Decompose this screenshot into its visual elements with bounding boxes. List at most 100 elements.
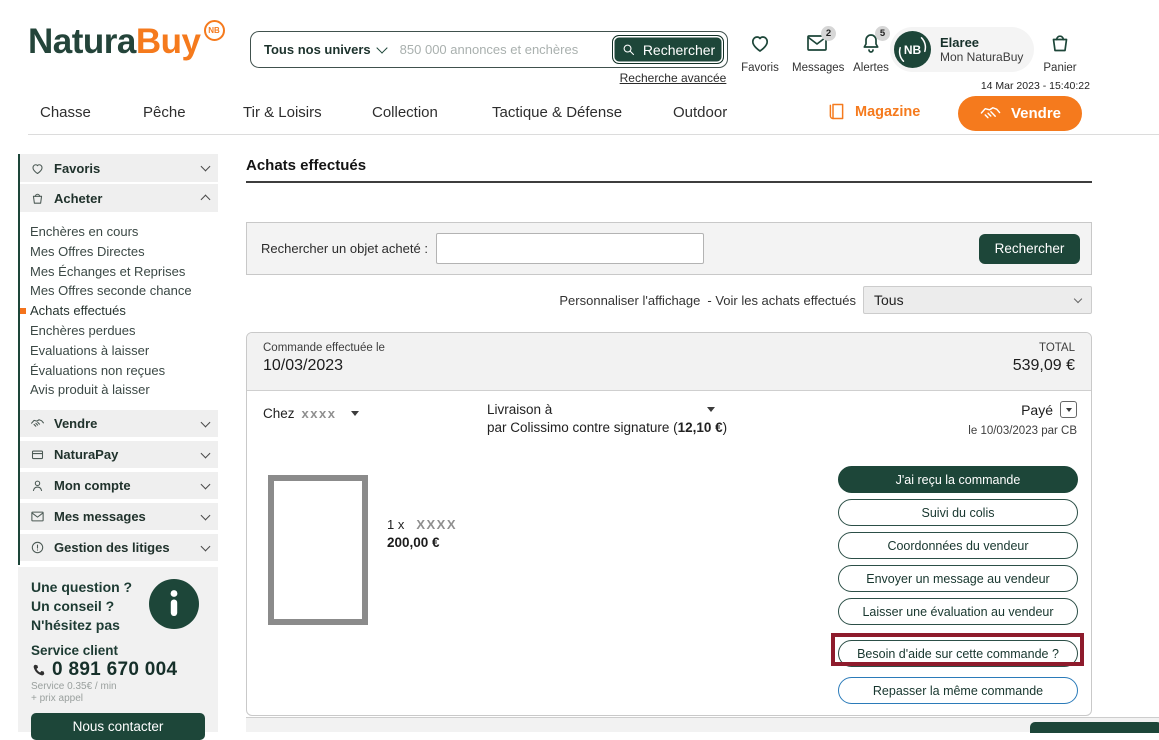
payment-status: Payé (1021, 402, 1053, 418)
sidebar-item-gestion-litiges[interactable]: Gestion des litiges (20, 534, 218, 561)
favorites-button[interactable]: Favoris (740, 31, 780, 74)
sidebar-item-vendre[interactable]: Vendre (20, 410, 218, 437)
page-title: Achats effectués (246, 157, 366, 174)
warning-circle-icon (30, 540, 45, 555)
order-search-label: Rechercher un objet acheté : (261, 241, 428, 256)
messages-label: Messages (792, 62, 842, 74)
magazine-label: Magazine (855, 104, 920, 120)
sidebar-item-encheres-perdues[interactable]: Enchères perdues (20, 321, 218, 341)
order-card-header: Commande effectuée le 10/03/2023 TOTAL 5… (247, 333, 1091, 391)
heart-icon (748, 31, 772, 55)
sidebar-item-mon-compte[interactable]: Mon compte (20, 472, 218, 499)
dropdown-triangle-icon (351, 411, 359, 416)
naturabuy-logo[interactable]: NaturaBuy NB (28, 22, 225, 62)
sidebar: Favoris Acheter Enchères en cours Mes Of… (18, 154, 218, 565)
account-menu[interactable]: NB Elaree Mon NaturaBuy (890, 27, 1034, 72)
seller-dropdown[interactable]: Chez xxxx (263, 406, 359, 421)
universe-selector[interactable]: Tous nos univers (264, 42, 386, 57)
sidebar-item-evaluations-a-laisser[interactable]: Evaluations à laisser (20, 341, 218, 361)
sidebar-item-offres-seconde-chance[interactable]: Mes Offres seconde chance (20, 281, 218, 301)
sidebar-item-encheres-en-cours[interactable]: Enchères en cours (20, 222, 218, 242)
nb-logo-arcs (894, 31, 931, 68)
payment-details: le 10/03/2023 par CB (968, 425, 1077, 437)
phone-rate-line2: + prix appel (31, 693, 205, 705)
sell-button-label: Vendre (1011, 105, 1061, 122)
reorder-button[interactable]: Repasser la même commande (838, 677, 1078, 704)
delivery-method: par Colissimo contre signature ( (487, 420, 678, 435)
next-card-button-sliver (1030, 722, 1159, 733)
logo-text-natura: Natura (28, 22, 136, 62)
contact-us-button[interactable]: Nous contacter (31, 713, 205, 740)
delivery-info: Livraison à par Colissimo contre signatu… (487, 401, 817, 437)
logo-nb-badge: NB (204, 20, 225, 41)
delivery-dropdown-triangle-icon[interactable] (707, 407, 715, 412)
sidebar-item-avis-produit[interactable]: Avis produit à laisser (20, 380, 218, 400)
order-date-label: Commande effectuée le (263, 342, 385, 354)
order-total-label: TOTAL (1013, 342, 1075, 354)
service-phone-number: 0 891 670 004 (52, 659, 177, 681)
payment-block: Payé le 10/03/2023 par CB (968, 401, 1077, 437)
alerts-label: Alertes (849, 62, 893, 74)
leave-review-button[interactable]: Laisser une évaluation au vendeur (838, 598, 1078, 625)
chevron-down-icon (201, 448, 211, 458)
cart-button[interactable]: Panier (1040, 31, 1080, 74)
user-name: Elaree (940, 35, 1023, 50)
search-button[interactable]: Rechercher (612, 35, 724, 64)
cart-label: Panier (1040, 62, 1080, 74)
nav-item-collection[interactable]: Collection (372, 104, 438, 121)
delivery-label: Livraison à (487, 401, 817, 419)
order-actions: J'ai reçu la commande Suivi du colis Coo… (838, 466, 1078, 710)
logo-text-buy: Buy (136, 22, 201, 62)
messages-button[interactable]: 2 Messages (792, 31, 842, 74)
seller-name: xxxx (302, 406, 337, 421)
handshake-icon (979, 102, 1002, 125)
sidebar-item-echanges-reprises[interactable]: Mes Échanges et Reprises (20, 262, 218, 282)
phone-icon (31, 663, 46, 678)
sidebar-item-acheter[interactable]: Acheter (20, 184, 218, 212)
received-order-button[interactable]: J'ai reçu la commande (838, 466, 1078, 493)
nav-item-tactique-defense[interactable]: Tactique & Défense (492, 104, 622, 121)
wallet-icon (30, 447, 45, 462)
search-input[interactable] (398, 41, 609, 58)
message-seller-button[interactable]: Envoyer un message au vendeur (838, 565, 1078, 592)
user-account-label: Mon NaturaBuy (940, 50, 1023, 64)
handshake-icon (30, 416, 45, 431)
nav-item-tir-loisirs[interactable]: Tir & Loisirs (243, 104, 322, 121)
info-icon (149, 579, 199, 629)
package-tracking-button[interactable]: Suivi du colis (838, 499, 1078, 526)
magazine-icon (826, 101, 847, 122)
order-date: 10/03/2023 (263, 357, 385, 375)
sidebar-item-naturapay[interactable]: NaturaPay (20, 441, 218, 468)
item-price: 200,00 € (387, 535, 457, 550)
order-card: Commande effectuée le 10/03/2023 TOTAL 5… (246, 332, 1092, 716)
magazine-link[interactable]: Magazine (826, 101, 920, 122)
chevron-down-icon (201, 479, 211, 489)
advanced-search-link[interactable]: Recherche avancée (617, 71, 729, 85)
messages-badge: 2 (821, 26, 836, 41)
next-order-card-sliver (246, 717, 1159, 732)
alerts-badge: 5 (875, 26, 890, 41)
sidebar-item-offres-directes[interactable]: Mes Offres Directes (20, 242, 218, 262)
order-help-button[interactable]: Besoin d'aide sur cette commande ? (838, 640, 1078, 667)
order-search-input[interactable] (436, 233, 704, 264)
user-icon (30, 478, 45, 493)
service-client-label: Service client (31, 643, 205, 658)
nav-item-chasse[interactable]: Chasse (40, 104, 91, 121)
envelope-icon (30, 509, 45, 524)
alerts-button[interactable]: 5 Alertes (849, 31, 893, 74)
acheter-submenu: Enchères en cours Mes Offres Directes Me… (20, 214, 218, 410)
nav-item-outdoor[interactable]: Outdoor (673, 104, 727, 121)
sidebar-item-favoris[interactable]: Favoris (20, 154, 218, 182)
chevron-down-icon (201, 510, 211, 520)
sell-button[interactable]: Vendre (958, 96, 1082, 131)
order-search-button[interactable]: Rechercher (979, 234, 1080, 264)
sidebar-item-achats-effectues[interactable]: Achats effectués (20, 301, 218, 321)
nav-item-peche[interactable]: Pêche (143, 104, 186, 121)
orders-filter-select[interactable]: Tous (863, 286, 1092, 314)
seller-contact-details-button[interactable]: Coordonnées du vendeur (838, 532, 1078, 559)
sidebar-item-mes-messages[interactable]: Mes messages (20, 503, 218, 530)
payment-dropdown-button[interactable] (1060, 401, 1077, 418)
chevron-down-icon (201, 541, 211, 551)
display-prefix-label: Personnaliser l'affichage (559, 293, 700, 308)
sidebar-item-evaluations-non-recues[interactable]: Évaluations non reçues (20, 361, 218, 381)
